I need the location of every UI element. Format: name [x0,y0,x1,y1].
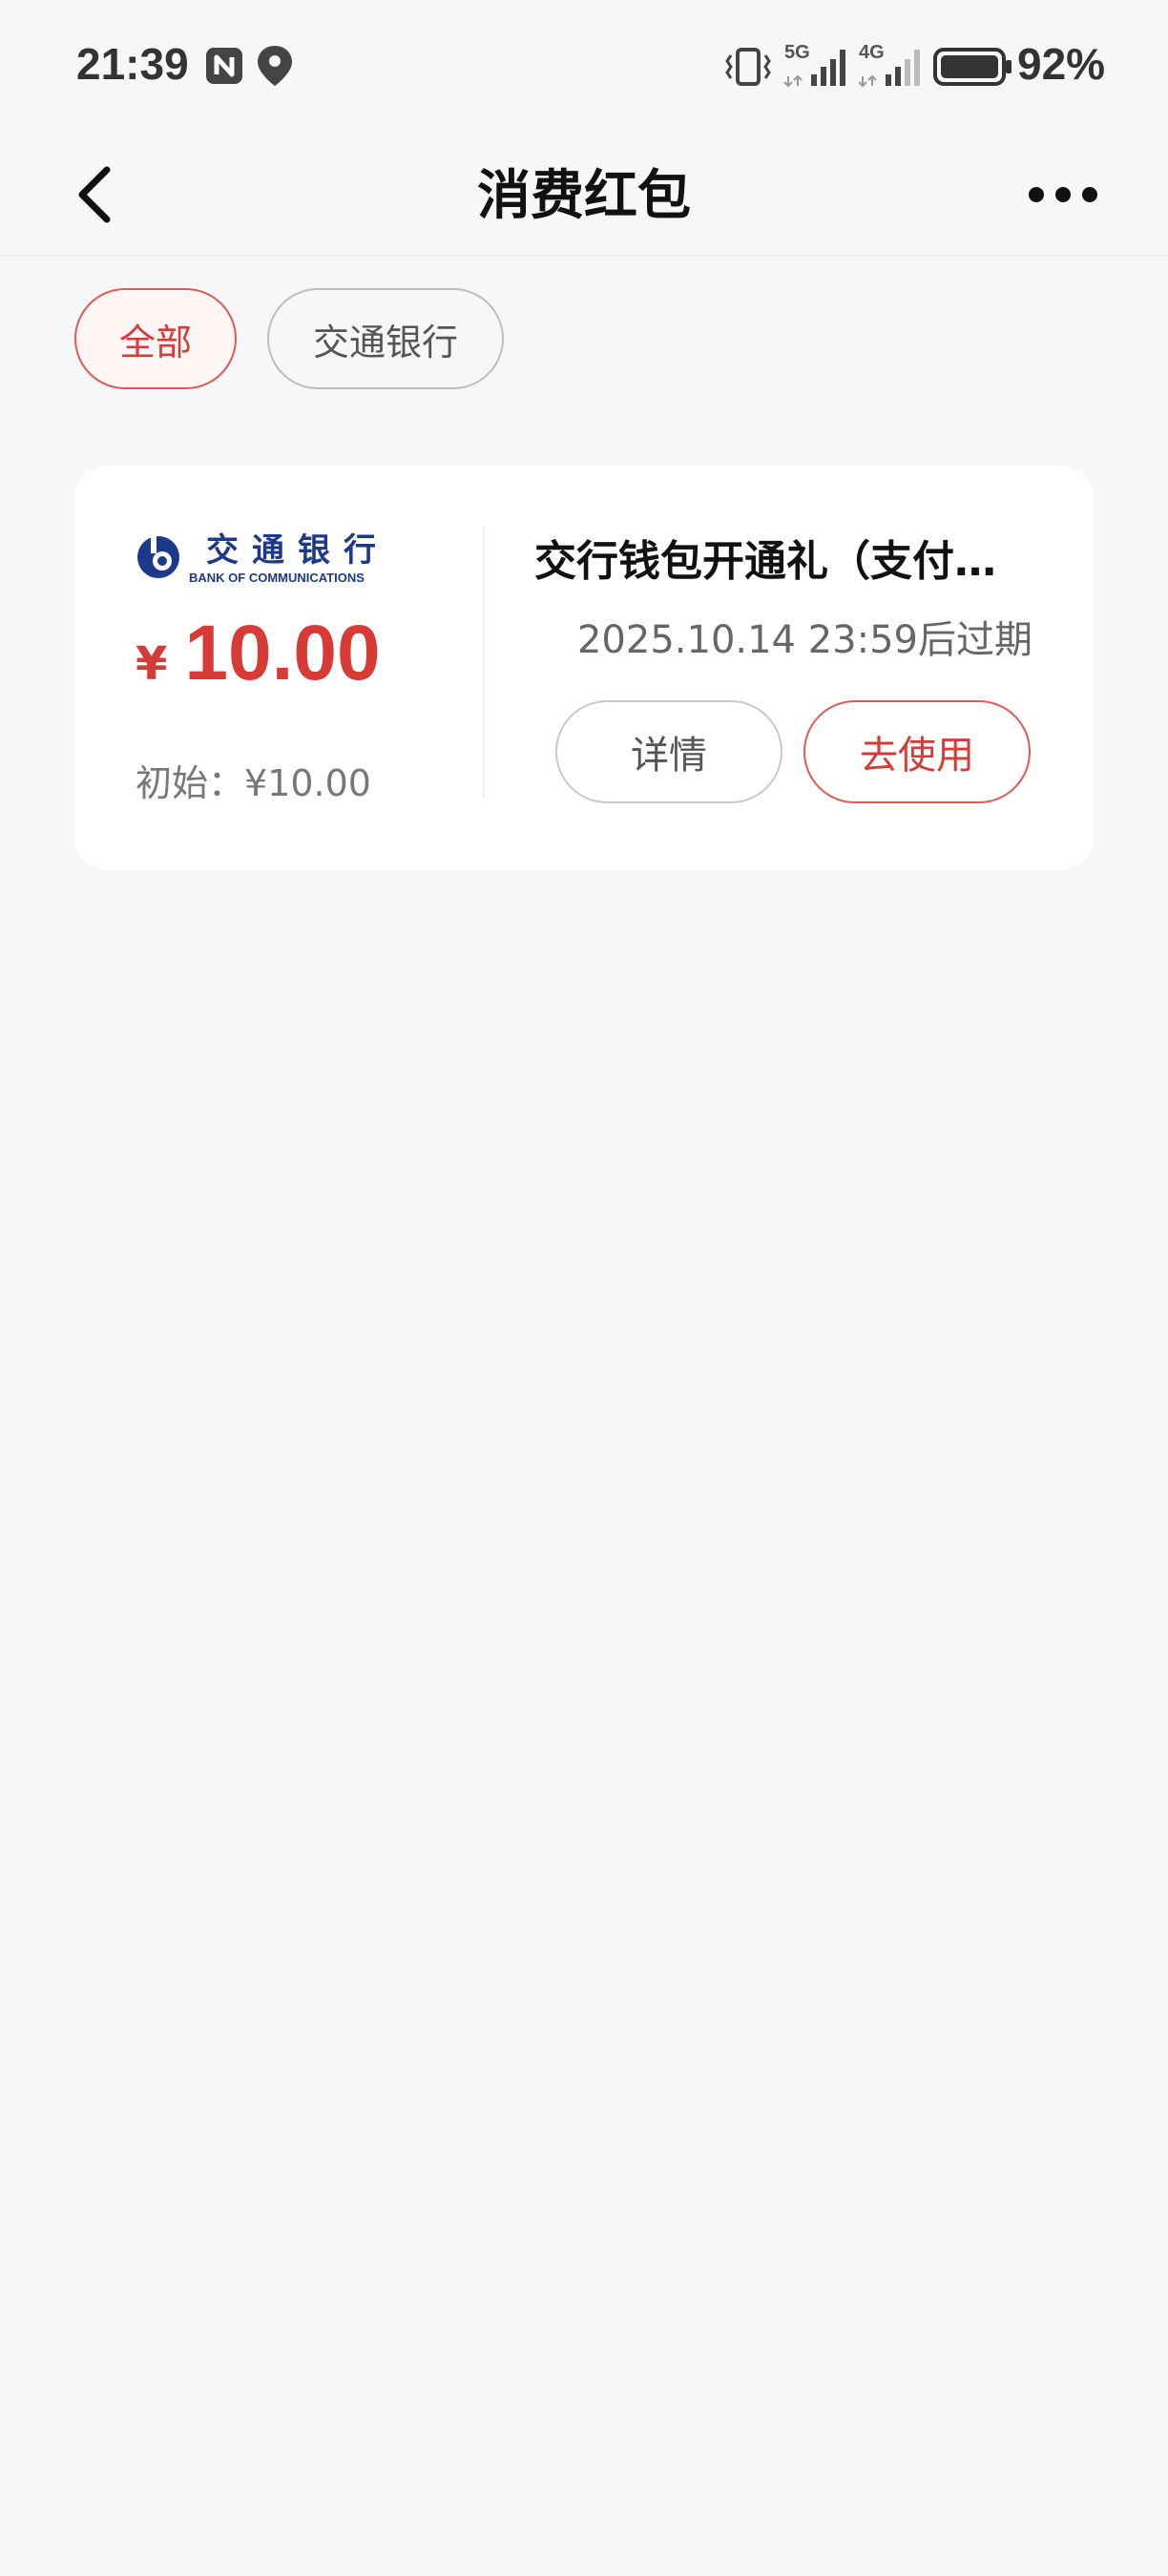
vibrate-icon [725,48,771,86]
expire-date: 2025.10.14 23:59后过期 [576,618,1032,662]
card-divider [483,527,485,798]
coupon-card: 交通银行 BANK OF COMMUNICATIONS ¥ 10.00 初始：¥… [74,466,1094,870]
status-bar: 21:39 5G 4G 92% [0,0,1168,134]
amount-value: 10.00 [184,610,381,696]
detail-button[interactable]: 详情 [555,700,782,803]
status-time: 21:39 [76,39,189,89]
more-horizontal-icon[interactable] [1027,176,1099,214]
location-icon [258,46,292,86]
nav-bar: 消费红包 [0,134,1168,256]
page-title: 消费红包 [477,165,691,227]
currency-symbol: ¥ [136,637,168,691]
svg-text:交通银行: 交通银行 [206,531,389,570]
filter-chip-all[interactable]: 全部 [74,288,237,389]
net-5g-label: 5G [784,42,810,63]
coupon-amount: ¥ 10.00 [136,609,381,698]
coupon-title: 交行钱包开通礼（支付… [534,537,996,586]
filter-chip-bank[interactable]: 交通银行 [267,288,504,389]
initial-amount: 初始：¥10.00 [136,762,371,804]
svg-text:BANK OF COMMUNICATIONS: BANK OF COMMUNICATIONS [189,571,365,585]
nfc-icon [206,48,242,84]
battery-icon [933,48,1012,86]
battery-percent: 92% [1017,39,1106,89]
bank-logo: 交通银行 BANK OF COMMUNICATIONS [137,531,389,585]
net-4g-label: 4G [859,42,885,63]
use-button[interactable]: 去使用 [803,700,1031,803]
